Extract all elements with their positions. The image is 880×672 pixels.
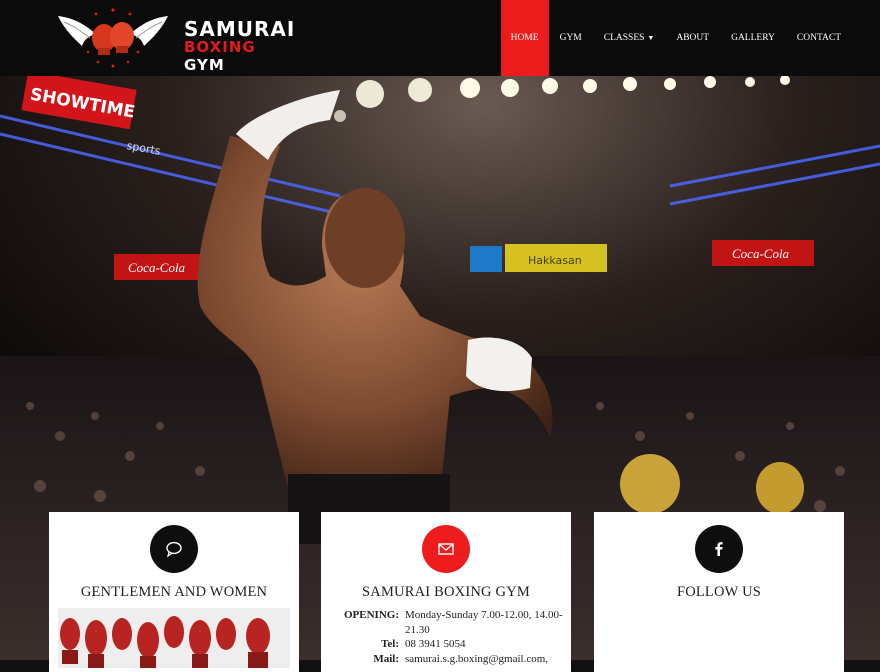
mail-address[interactable]: samurai.s.g.boxing@gmail.com, <box>405 652 565 667</box>
championship-belt <box>620 454 680 514</box>
main-nav: HOME GYM CLASSES ▼ ABOUT GALLERY CONTACT <box>500 0 852 76</box>
facebook-icon <box>715 542 723 556</box>
opening-label: OPENING: <box>344 609 399 621</box>
nav-about[interactable]: ABOUT <box>665 0 720 76</box>
gym-contact-info: OPENING: Monday-Sunday 7.00-12.00, 14.00… <box>343 608 565 666</box>
info-row-mail: Mail: samurai.s.g.boxing@gmail.com, <box>343 652 565 667</box>
card-icon-circle[interactable] <box>150 525 198 573</box>
nav-classes-label: CLASSES <box>603 33 645 43</box>
nav-gallery-label: GALLERY <box>731 33 775 43</box>
nav-classes[interactable]: CLASSES ▼ <box>593 0 666 76</box>
info-row-tel: Tel: 08 3941 5054 <box>343 637 565 652</box>
brand-line1: SAMURAI <box>184 17 296 41</box>
opening-hours: Monday-Sunday 7.00-12.00, 14.00-21.30 <box>405 609 563 636</box>
envelope-icon <box>438 543 454 555</box>
boxing-gloves-image <box>58 608 290 668</box>
coke-sign-left-text: Coca-Cola <box>128 260 186 275</box>
card-title: SAMURAI BOXING GYM <box>362 584 530 600</box>
brand-word-gym: GYM <box>184 56 225 74</box>
card-samurai-boxing-gym: SAMURAI BOXING GYM OPENING: Monday-Sunda… <box>321 512 571 672</box>
card-gentlemen-women: GENTLEMEN AND WOMEN <box>49 512 299 672</box>
card-icon-circle[interactable] <box>422 525 470 573</box>
nav-about-label: ABOUT <box>676 33 710 43</box>
nav-gallery[interactable]: GALLERY <box>720 0 786 76</box>
card-title: GENTLEMEN AND WOMEN <box>80 584 268 600</box>
nav-contact[interactable]: CONTACT <box>786 0 852 76</box>
site-header: SAMURAI BOXING GYM HOME GYM CLASSES ▼ ABO… <box>0 0 880 76</box>
nav-gym-label: GYM <box>559 33 582 43</box>
nav-gym[interactable]: GYM <box>549 0 593 76</box>
nav-contact-label: CONTACT <box>796 33 841 43</box>
tel-label: Tel: <box>381 638 399 650</box>
gloves-photo <box>58 608 290 668</box>
brand-word-boxing: BOXING <box>184 38 256 56</box>
hakkasan-sign-text: Hakkasan <box>528 254 582 267</box>
tel-number[interactable]: 08 3941 5054 <box>405 637 565 652</box>
card-title: FOLLOW US <box>676 584 762 600</box>
nav-home[interactable]: HOME <box>500 0 549 76</box>
brand-wordmark: SAMURAI BOXING GYM <box>184 17 296 74</box>
brand-line2: BOXING GYM <box>184 38 295 74</box>
mail-label: Mail: <box>373 652 399 665</box>
card-follow-us: FOLLOW US <box>594 512 844 672</box>
blue-logo-sign <box>470 246 502 272</box>
brand-logo[interactable]: SAMURAI BOXING GYM <box>54 6 294 74</box>
facebook-link[interactable] <box>695 525 743 573</box>
championship-belt <box>756 462 804 514</box>
coke-sign-right-text: Coca-Cola <box>732 246 790 261</box>
caret-down-icon: ▼ <box>647 34 655 42</box>
speech-bubble-icon <box>166 541 182 558</box>
info-row-opening: OPENING: Monday-Sunday 7.00-12.00, 14.00… <box>343 608 565 637</box>
nav-home-label: HOME <box>510 33 539 43</box>
winged-gloves-emblem-icon <box>58 8 168 68</box>
